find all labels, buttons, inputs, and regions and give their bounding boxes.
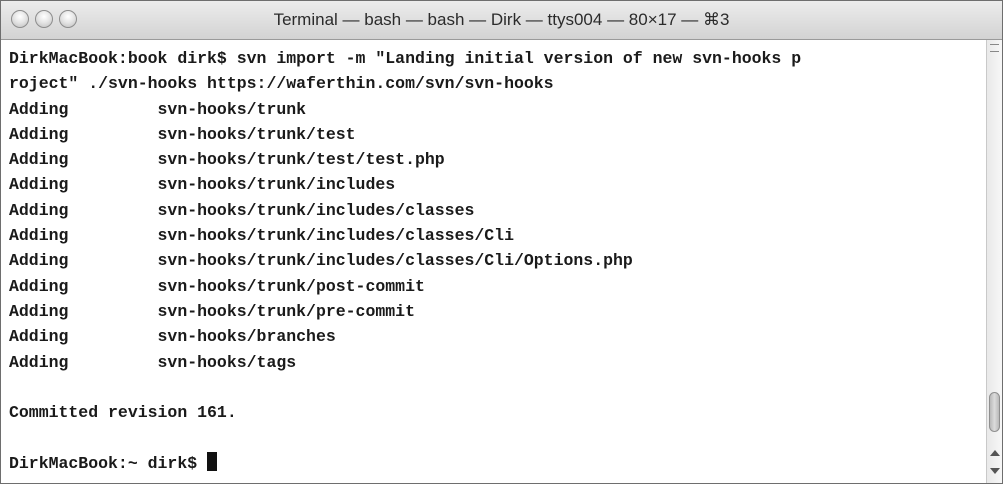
vertical-scrollbar[interactable] [986,40,1002,483]
terminal-line: Adding svn-hooks/branches [9,327,336,347]
terminal-line: roject" ./svn-hooks https://waferthin.co… [9,74,554,94]
terminal-line: Adding svn-hooks/trunk/includes/classes [9,200,475,220]
terminal-window: Terminal — bash — bash — Dirk — ttys004 … [0,0,1003,484]
terminal-line: Adding svn-hooks/trunk/includes/classes/… [9,226,514,246]
terminal-line: Adding svn-hooks/trunk/test/test.php [9,150,445,170]
split-pane-handle-icon[interactable] [990,44,999,52]
title-bar[interactable]: Terminal — bash — bash — Dirk — ttys004 … [1,1,1002,40]
terminal-line: DirkMacBook:book dirk$ svn import -m "La… [9,49,802,68]
terminal-line: Adding svn-hooks/trunk/post-commit [9,276,425,296]
window-title: Terminal — bash — bash — Dirk — ttys004 … [273,10,730,29]
terminal-line: Committed revision 161. [9,403,237,423]
terminal-line: Adding svn-hooks/trunk/pre-commit [9,301,415,321]
scroll-up-arrow-icon[interactable] [990,450,1000,456]
text-cursor [207,451,218,471]
terminal-text: DirkMacBook:book dirk$ svn import -m "La… [1,40,986,476]
scrollbar-thumb[interactable] [989,392,1000,432]
terminal-line: Adding svn-hooks/tags [9,352,297,372]
terminal-line: Adding svn-hooks/trunk/test [9,124,356,144]
terminal-line: Adding svn-hooks/trunk/includes [9,175,396,195]
shell-prompt: DirkMacBook:~ dirk$ [9,453,208,473]
terminal-line: Adding svn-hooks/trunk/includes/classes/… [9,251,633,271]
terminal-line: Adding svn-hooks/trunk [9,99,307,119]
terminal-output-area[interactable]: DirkMacBook:book dirk$ svn import -m "La… [1,40,986,483]
scroll-down-arrow-icon[interactable] [990,468,1000,474]
